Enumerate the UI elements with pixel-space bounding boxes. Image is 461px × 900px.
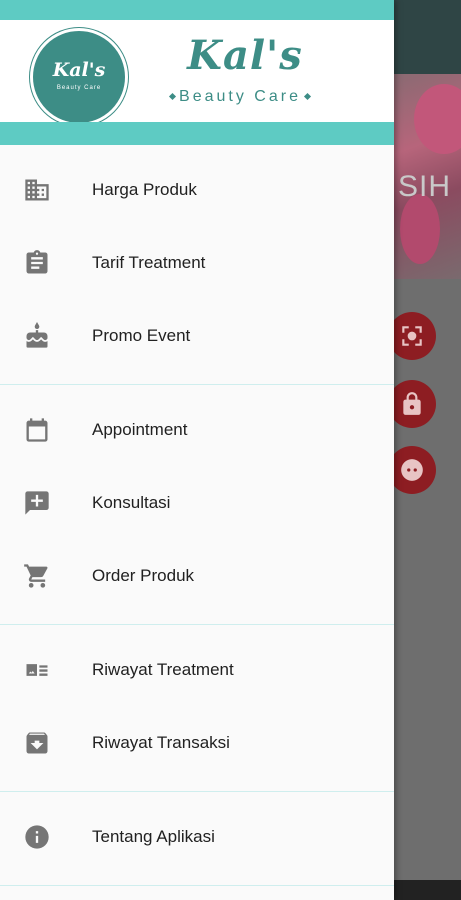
info-icon: [25, 824, 49, 849]
menu-item-label: Riwayat Transaksi: [92, 732, 230, 752]
menu-item-riwayat-treatment[interactable]: Riwayat Treatment: [0, 633, 394, 706]
header-top-stripe: [0, 0, 394, 20]
header-bottom-stripe: [0, 122, 394, 145]
calendar-icon: [26, 417, 48, 442]
menu-item-label: Tarif Treatment: [92, 252, 206, 272]
building-icon: [25, 179, 49, 200]
menu-item-order-produk[interactable]: Order Produk: [0, 539, 394, 612]
menu-item-label: Tentang Aplikasi: [92, 826, 215, 846]
menu-item-label: Appointment: [92, 419, 188, 439]
logo-badge: Kal's Beauty Care: [30, 28, 128, 126]
menu-item-promo-event[interactable]: Promo Event: [0, 299, 394, 372]
brand-tagline-text: Beauty Care: [179, 88, 301, 105]
navigation-drawer: Kal's Beauty Care Kal's Beauty Care Harg…: [0, 0, 394, 900]
menu-item-tarif-treatment[interactable]: Tarif Treatment: [0, 226, 394, 299]
scan-icon: [402, 326, 422, 346]
image-list-icon: [26, 663, 48, 676]
background-bottom-bar: [394, 880, 461, 900]
cart-icon: [24, 563, 48, 588]
menu-item-label: Promo Event: [92, 325, 191, 345]
menu-item-riwayat-transaksi[interactable]: Riwayat Transaksi: [0, 706, 394, 779]
cake-icon: [26, 321, 48, 348]
clipboard-icon: [26, 249, 48, 273]
face-icon: [401, 459, 423, 481]
add-comment-icon: [25, 490, 49, 515]
menu-item-tentang-aplikasi[interactable]: Tentang Aplikasi: [0, 800, 394, 873]
menu-item-label: Riwayat Treatment: [92, 659, 234, 679]
menu-item-label: Harga Produk: [92, 179, 197, 199]
logo-badge-name: Kal's: [52, 59, 106, 81]
brand-tagline: Beauty Care: [150, 88, 330, 106]
drawer-menu: Harga Produk Tarif Treatment Promo Event…: [0, 145, 394, 886]
menu-item-label: Konsultasi: [92, 492, 171, 512]
lock-button[interactable]: [388, 380, 436, 428]
logo-badge-sub: Beauty Care: [56, 85, 102, 91]
scan-face-button[interactable]: [388, 312, 436, 360]
menu-item-konsultasi[interactable]: Konsultasi: [0, 466, 394, 539]
menu-item-label: Order Produk: [92, 565, 195, 585]
face-button[interactable]: [388, 446, 436, 494]
brand-name: Kal's: [187, 32, 303, 79]
lock-icon: [403, 392, 421, 415]
archive-icon: [26, 731, 48, 753]
background-banner-text: SIH: [398, 170, 452, 203]
drawer-header: Kal's Beauty Care Kal's Beauty Care: [0, 0, 394, 145]
menu-divider: [0, 885, 394, 886]
menu-item-harga-produk[interactable]: Harga Produk: [0, 153, 394, 226]
menu-item-appointment[interactable]: Appointment: [0, 393, 394, 466]
